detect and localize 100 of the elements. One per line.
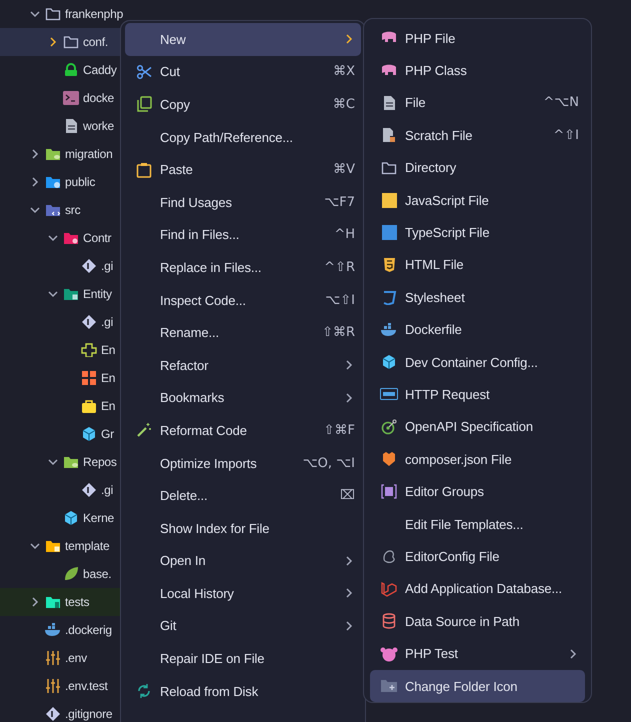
diamond-icon [80, 313, 98, 331]
tree-row[interactable]: Gr [0, 420, 122, 448]
tree-row[interactable]: src [0, 196, 122, 224]
menu-item[interactable]: Delete... ⌧ [125, 479, 361, 512]
menu-item[interactable]: PHP File [370, 22, 585, 54]
tree-row[interactable]: worke [0, 112, 122, 140]
menu-item[interactable]: Add Application Database... [370, 572, 585, 606]
tree-item-label: .gi [101, 483, 114, 497]
whale-icon [380, 320, 398, 339]
tree-item-label: Contr [83, 231, 112, 245]
menu-item[interactable]: OpenAPI Specification [370, 410, 585, 444]
menu-item[interactable]: Optimize Imports ⌥O, ⌥I [125, 446, 361, 480]
ts-file-icon [380, 224, 398, 242]
shortcut-label: ^⌥N [543, 95, 579, 110]
tree-item-label: .env.test [65, 679, 108, 693]
menu-item[interactable]: Bookmarks [125, 382, 361, 414]
menu-item[interactable]: JavaScript File [370, 184, 585, 216]
tree-item-label: .gi [101, 259, 114, 273]
tree-row[interactable]: .env [0, 644, 122, 672]
menu-item[interactable]: Refactor [125, 348, 361, 382]
tree-row[interactable]: Contr [0, 224, 122, 252]
menu-item[interactable]: Copy Path/Reference... [125, 120, 361, 154]
tree-row[interactable]: En [0, 364, 122, 392]
cube-icon [380, 353, 398, 372]
whale-icon [44, 621, 62, 639]
menu-item[interactable]: HTTP Request [370, 378, 585, 411]
shortcut-label: ^⇧I [553, 128, 579, 143]
menu-item[interactable]: Dockerfile [370, 314, 585, 346]
menu-item[interactable]: New [125, 23, 361, 56]
shortcut-label: ⌘V [333, 162, 355, 178]
menu-item[interactable]: composer.json File [370, 443, 585, 476]
menu-item[interactable]: Repair IDE on File [125, 642, 361, 675]
menu-item[interactable]: Copy ⌘C [125, 88, 361, 121]
tree-row[interactable]: migration [0, 140, 122, 168]
padlock-icon [62, 61, 80, 79]
menu-item[interactable]: Find in Files... ^H [125, 218, 361, 252]
tree-row[interactable]: .gi [0, 476, 122, 504]
tree-row[interactable]: tests [0, 588, 122, 616]
tree-row[interactable]: Repos [0, 448, 122, 476]
tree-item-label: worke [83, 119, 114, 133]
sliders-icon [44, 649, 62, 667]
menu-item[interactable]: EditorConfig File [370, 540, 585, 573]
tree-row[interactable]: frankenphp [0, 0, 124, 28]
tree-item-label: .env [65, 651, 87, 665]
menu-item[interactable]: Directory [370, 152, 585, 184]
cube-icon [80, 425, 98, 443]
tree-item-label: template [65, 539, 110, 553]
copy-icon [135, 95, 153, 114]
tree-row[interactable]: Caddy [0, 56, 122, 84]
menu-item[interactable]: PHP Test [370, 637, 585, 670]
tree-row[interactable]: docke [0, 84, 122, 112]
menu-item[interactable]: File ^⌥N [370, 86, 585, 120]
menu-item[interactable]: Local History [125, 577, 361, 610]
menu-item[interactable]: Inspect Code... ⌥⇧I [125, 284, 361, 316]
menu-item[interactable]: Paste ⌘V [125, 153, 361, 186]
tree-row[interactable]: En [0, 392, 122, 420]
menu-item[interactable]: Show Index for File [125, 512, 361, 544]
menu-item[interactable]: Scratch File ^⇧I [370, 119, 585, 152]
menu-item[interactable]: TypeScript File [370, 216, 585, 249]
menu-item[interactable]: Stylesheet [370, 281, 585, 314]
tree-item-label: Caddy [83, 63, 117, 77]
clipboard-icon [135, 160, 153, 179]
tree-row[interactable]: template [0, 532, 122, 560]
menu-item[interactable]: PHP Class [370, 54, 585, 87]
menu-item[interactable]: Data Source in Path [370, 605, 585, 638]
leaf-icon [62, 565, 80, 583]
shortcut-label: ⌥O, ⌥I [302, 456, 355, 471]
tree-row[interactable]: .env.test [0, 672, 122, 700]
menu-item[interactable]: Reload from Disk [125, 674, 361, 708]
tree-row[interactable]: Entity [0, 280, 122, 308]
tree-row[interactable]: .dockerig [0, 616, 122, 644]
menu-item[interactable]: Editor Groups [370, 475, 585, 508]
tree-row[interactable]: public [0, 168, 122, 196]
tree-item-label: Kerne [83, 511, 114, 525]
tree-row[interactable]: base. [0, 560, 122, 588]
tree-row[interactable]: .gitignore [0, 700, 122, 722]
menu-item[interactable]: HTML File [370, 248, 585, 282]
tree-row[interactable]: conf. [0, 28, 122, 56]
tree-row[interactable]: En [0, 336, 122, 364]
diamond-icon [80, 481, 98, 499]
menu-item[interactable]: Edit File Templates... [370, 508, 585, 540]
tree-item-label: migration [65, 147, 113, 161]
menu-item[interactable]: Open In [125, 544, 361, 578]
tree-row[interactable]: .gi [0, 308, 122, 336]
menu-item[interactable]: Change Folder Icon [370, 670, 585, 702]
shortcut-label: ⌥F7 [324, 194, 355, 210]
cube-icon [62, 509, 80, 527]
menu-item[interactable]: Dev Container Config... [370, 346, 585, 378]
sliders-icon [44, 677, 62, 695]
tree-row[interactable]: Kerne [0, 504, 122, 532]
menu-item[interactable]: Cut ⌘X [125, 56, 361, 88]
menu-item[interactable]: Find Usages ⌥F7 [125, 186, 361, 219]
tree-item-label: Gr [101, 427, 114, 441]
menu-item[interactable]: Git [125, 610, 361, 642]
menu-item[interactable]: Rename... ⇧⌘R [125, 316, 361, 349]
menu-item[interactable]: Replace in Files... ^⇧R [125, 251, 361, 284]
tree-row[interactable]: .gi [0, 252, 122, 280]
js-file-icon [380, 191, 398, 210]
terminal-icon [62, 89, 80, 107]
menu-item[interactable]: Reformat Code ⇧⌘F [125, 414, 361, 447]
